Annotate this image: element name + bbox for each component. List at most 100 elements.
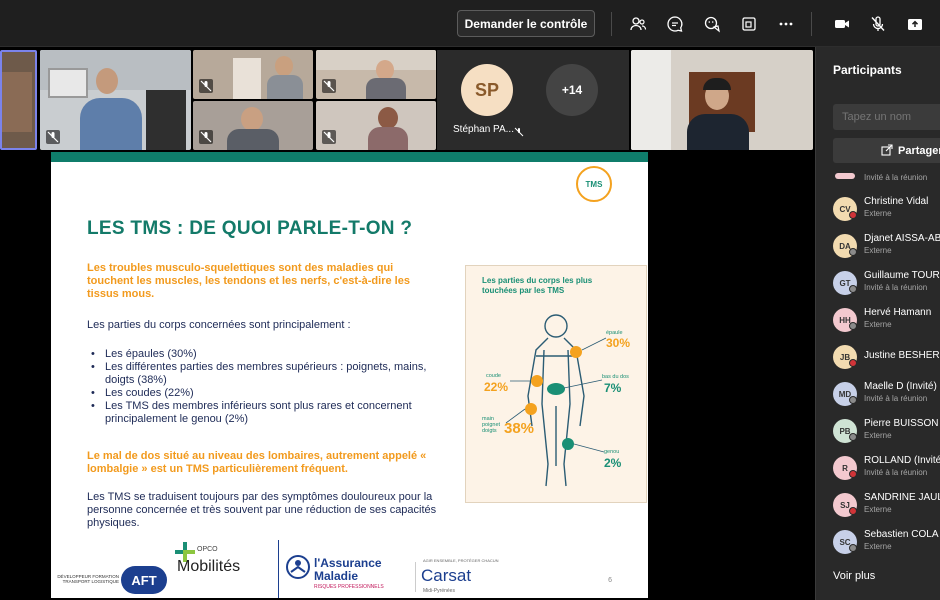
- participant-row[interactable]: CV Christine Vidal Externe: [833, 194, 940, 230]
- participant-name: Guillaume TOUR: [864, 270, 940, 281]
- toolbar-divider: [811, 12, 812, 36]
- participants-panel: Participants Partager Invité à la réunio…: [815, 47, 940, 600]
- participant-name: Justine BESHERS: [864, 350, 940, 361]
- avatar: SP: [461, 64, 513, 116]
- reactions-icon[interactable]: [701, 13, 723, 35]
- panel-title: Participants: [833, 63, 902, 77]
- assurance-maladie-line2: Maladie: [314, 569, 359, 583]
- mic-off-icon[interactable]: [867, 13, 889, 35]
- label-lower-back: bas du dos: [602, 374, 629, 380]
- participant-row[interactable]: HH Hervé Hamann Externe: [833, 305, 940, 341]
- participant-name: Stéphan PA...: [453, 124, 514, 135]
- pct-shoulder: 30%: [606, 336, 631, 350]
- more-icon[interactable]: [775, 13, 797, 35]
- participant-search-input[interactable]: [833, 104, 940, 130]
- opco-logo-text: Mobilités: [177, 558, 241, 575]
- mic-off-icon: [322, 79, 336, 93]
- participant-row[interactable]: MD Maelle D (Invité) Invité à la réunion: [833, 379, 940, 415]
- participant-role: Invité à la réunion: [864, 173, 928, 182]
- participant-role: Externe: [864, 431, 892, 440]
- presence-status-icon: [849, 470, 857, 478]
- participant-row[interactable]: R ROLLAND (Invité) Invité à la réunion: [833, 453, 940, 489]
- participant-name: SANDRINE JAUL: [864, 492, 940, 503]
- presence-status-icon: [849, 396, 857, 404]
- participant-role: Externe: [864, 505, 892, 514]
- participant-role: Invité à la réunion: [864, 283, 928, 292]
- toolbar-divider: [611, 12, 612, 36]
- people-icon[interactable]: [627, 13, 649, 35]
- participant-row-partial[interactable]: Invité à la réunion: [833, 171, 940, 185]
- presence-status-icon: [849, 248, 857, 256]
- shared-slide: TMS LES TMS : DE QUOI PARLE-T-ON ? Les t…: [51, 152, 648, 598]
- video-tile[interactable]: [40, 50, 191, 150]
- participant-role: Invité à la réunion: [864, 468, 928, 477]
- slide-lead: Les parties du corps concernées sont pri…: [87, 319, 351, 331]
- presence-status-icon: [849, 211, 857, 219]
- pct-lower-back: 7%: [604, 381, 622, 395]
- video-tile[interactable]: [193, 50, 313, 99]
- participant-row[interactable]: JB Justine BESHERS: [833, 342, 940, 378]
- label-wrist: main poignet doigts: [482, 416, 501, 434]
- pct-knee: 2%: [604, 456, 622, 470]
- overflow-participants-button[interactable]: +14: [546, 64, 598, 116]
- chat-icon[interactable]: [664, 13, 686, 35]
- participant-name: Pierre BUISSON: [864, 418, 939, 429]
- share-tray-icon[interactable]: [904, 13, 926, 35]
- mic-off-icon: [46, 130, 60, 144]
- list-item: Les TMS des membres inférieurs sont plus…: [91, 400, 451, 426]
- mic-off-icon: [514, 124, 524, 137]
- slide-bullet-list: Les épaules (30%) Les différentes partie…: [91, 348, 451, 426]
- video-tile[interactable]: [316, 101, 436, 150]
- participant-role: Externe: [864, 209, 892, 218]
- participant-role: Externe: [864, 246, 892, 255]
- slide-conclusion: Les TMS se traduisent toujours par des s…: [87, 491, 437, 529]
- label-knee: genou: [604, 449, 620, 455]
- aft-logo: AFT: [121, 566, 167, 594]
- presence-status-icon: [849, 285, 857, 293]
- rooms-icon[interactable]: [738, 13, 760, 35]
- assurance-maladie-logo-icon: [286, 555, 310, 579]
- slide-header-band: [51, 152, 648, 162]
- video-tile[interactable]: [193, 101, 313, 150]
- slide-intro: Les troubles musculo-squelettiques sont …: [87, 262, 410, 300]
- presence-status-icon: [849, 359, 857, 367]
- participant-role: Externe: [864, 542, 892, 551]
- slide-note: Le mal de dos situé au niveau des lombai…: [87, 450, 427, 475]
- slide-title: LES TMS : DE QUOI PARLE-T-ON ?: [87, 218, 413, 239]
- participant-name: Hervé Hamann: [864, 307, 932, 318]
- participant-row[interactable]: SJ SANDRINE JAUL Externe: [833, 490, 940, 526]
- share-invite-button[interactable]: Partager: [833, 138, 940, 163]
- participant-name: Djanet AISSA-AB: [864, 233, 940, 244]
- carsat-logo-text: Carsat: [421, 566, 472, 585]
- request-control-button[interactable]: Demander le contrôle: [457, 10, 595, 37]
- pct-elbow: 22%: [484, 380, 509, 394]
- camera-icon[interactable]: [831, 13, 853, 35]
- logo-divider: [278, 540, 279, 598]
- participant-row[interactable]: DA Djanet AISSA-AB Externe: [833, 231, 940, 267]
- presence-status-icon: [849, 544, 857, 552]
- video-tile-active-speaker[interactable]: [0, 50, 37, 150]
- aft-subtitle: DÉVELOPPEUR FORMATION TRANSPORT LOGISTIQ…: [57, 574, 119, 584]
- carsat-region: Midi-Pyrénées: [423, 588, 455, 594]
- tms-badge-logo: TMS: [576, 166, 612, 202]
- list-item: Les épaules (30%): [91, 348, 451, 361]
- body-infographic: Les parties du corps les plus touchées p…: [465, 265, 647, 503]
- list-item: Les coudes (22%): [91, 387, 451, 400]
- logo-divider: [415, 562, 416, 592]
- participant-row[interactable]: SC Sebastien COLA Externe: [833, 527, 940, 563]
- participant-role: Invité à la réunion: [864, 394, 928, 403]
- presence-status-icon: [849, 433, 857, 441]
- assurance-maladie-sub: RISQUES PROFESSIONNELS: [314, 584, 384, 590]
- share-icon: [881, 144, 893, 156]
- see-more-link[interactable]: Voir plus: [833, 570, 875, 582]
- list-item: Les différentes parties des membres supé…: [91, 361, 451, 387]
- participant-row[interactable]: PB Pierre BUISSON Externe: [833, 416, 940, 452]
- participant-role: Externe: [864, 320, 892, 329]
- participant-row[interactable]: GT Guillaume TOUR Invité à la réunion: [833, 268, 940, 304]
- video-tile[interactable]: [631, 50, 813, 150]
- presence-status-icon: [849, 507, 857, 515]
- video-tile[interactable]: [316, 50, 436, 99]
- opco-small-label: OPCO: [197, 546, 218, 553]
- share-label: Partager: [898, 144, 940, 157]
- participant-name: ROLLAND (Invité): [864, 455, 940, 466]
